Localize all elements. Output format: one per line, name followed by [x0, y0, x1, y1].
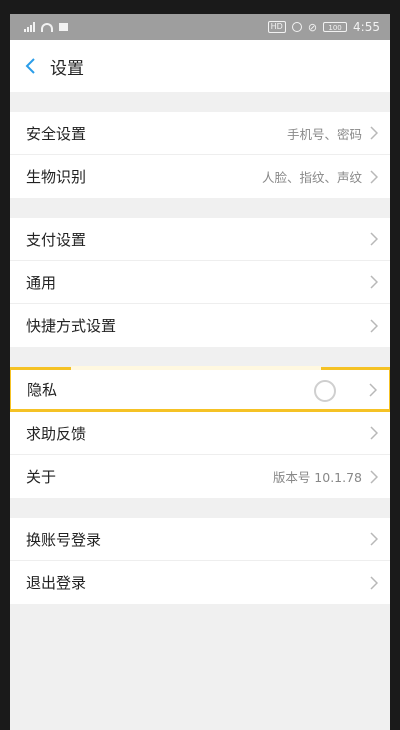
settings-item-payment[interactable]: 支付设置 [10, 218, 390, 261]
highlight-glow [71, 366, 321, 370]
settings-item-biometric[interactable]: 生物识别 人脸、指纹、声纹 [10, 155, 390, 198]
settings-item-label: 通用 [26, 273, 57, 292]
notification-icon [59, 23, 68, 31]
status-time: 4:55 [353, 20, 380, 34]
page-title: 设置 [50, 58, 84, 79]
settings-item-label: 快捷方式设置 [26, 317, 117, 335]
chevron-right-icon [369, 382, 377, 397]
settings-item-label: 求助反馈 [26, 424, 87, 443]
alarm-icon [291, 22, 302, 32]
settings-item-label: 换账号登录 [26, 530, 102, 549]
settings-item-value: 人脸、指纹、声纹 [261, 170, 362, 185]
settings-item-shortcuts[interactable]: 快捷方式设置 [10, 304, 390, 347]
back-button[interactable] [10, 57, 50, 75]
chevron-right-icon [370, 532, 378, 546]
settings-item-about[interactable]: 关于 版本号 10.1.78 [10, 455, 390, 498]
header: 设置 [10, 40, 390, 92]
hd-icon: HD [267, 21, 286, 33]
chevron-right-icon [370, 318, 378, 333]
settings-item-feedback[interactable]: 求助反馈 [10, 412, 390, 455]
phone-screen: HD ⊘ 100 4:55 设置 安全设置 手机号、密码 生物识别 人脸、指纹、… [10, 14, 390, 730]
settings-item-label: 退出登录 [26, 574, 87, 592]
settings-group-account-security: 安全设置 手机号、密码 生物识别 人脸、指纹、声纹 [10, 112, 390, 198]
chevron-right-icon [370, 575, 378, 590]
settings-item-logout[interactable]: 退出登录 [10, 561, 390, 604]
battery-icon: 100 [323, 22, 348, 32]
settings-group-privacy: 隐私 求助反馈 关于 版本号 10.1.78 [10, 366, 390, 498]
touch-indicator [314, 380, 336, 402]
settings-item-label: 支付设置 [26, 230, 87, 249]
chevron-right-icon [370, 126, 378, 140]
settings-item-label: 生物识别 [26, 168, 87, 186]
chevron-left-icon [25, 58, 35, 74]
signal-icon [24, 22, 35, 32]
settings-item-privacy[interactable]: 隐私 [10, 366, 390, 412]
settings-item-value: 手机号、密码 [286, 126, 362, 142]
settings-item-value: 版本号 10.1.78 [272, 470, 362, 485]
settings-item-label: 安全设置 [26, 124, 87, 143]
settings-item-security[interactable]: 安全设置 手机号、密码 [10, 112, 390, 155]
chevron-right-icon [370, 469, 378, 484]
chevron-right-icon [370, 275, 378, 289]
chevron-right-icon [370, 426, 378, 440]
settings-item-switch-account[interactable]: 换账号登录 [10, 518, 390, 561]
chevron-right-icon [370, 232, 378, 246]
settings-group-account: 换账号登录 退出登录 [10, 518, 390, 604]
chevron-right-icon [370, 169, 378, 184]
settings-item-general[interactable]: 通用 [10, 261, 390, 304]
wifi-icon [41, 22, 53, 32]
mute-icon: ⊘ [307, 20, 318, 34]
status-bar: HD ⊘ 100 4:55 [10, 14, 390, 40]
settings-item-label: 关于 [26, 468, 57, 486]
settings-group-general: 支付设置 通用 快捷方式设置 [10, 218, 390, 347]
